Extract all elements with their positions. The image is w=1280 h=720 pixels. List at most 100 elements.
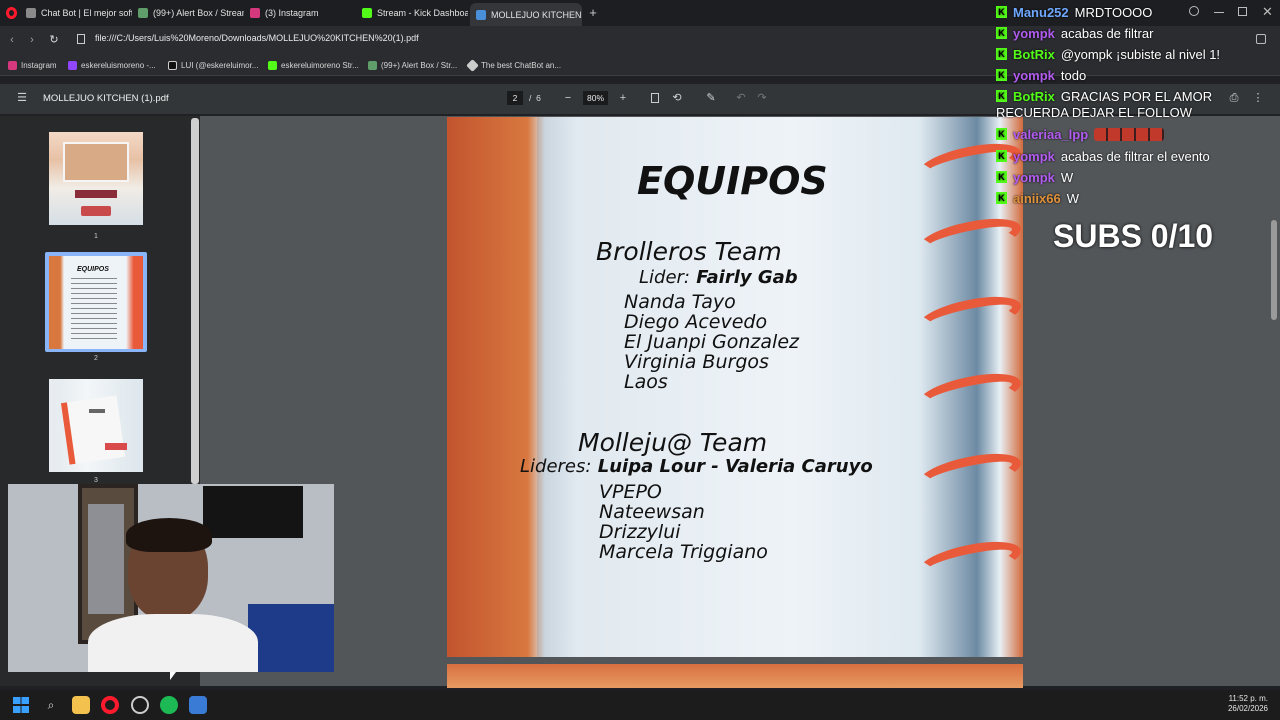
forward-icon[interactable]: ›: [24, 32, 40, 48]
search-tabs-icon[interactable]: [1189, 6, 1199, 16]
bookmark-label: Instagram: [21, 60, 57, 70]
thumbnail-label-bar: [75, 190, 117, 198]
opera-browser-icon[interactable]: [101, 696, 119, 714]
team1-name: Brolleros Team: [596, 237, 782, 266]
twitch-icon: [68, 60, 77, 70]
streamlabs-icon: [368, 60, 377, 70]
bookmark-tiktok[interactable]: LUI (@eskereluimor...: [168, 58, 258, 72]
team2-leader-label: Lideres:: [520, 456, 592, 477]
tab-favicon-icon: [362, 8, 372, 18]
thumbnail-number: 2: [94, 355, 98, 362]
sidebar-scrollbar[interactable]: [191, 118, 199, 484]
print-icon[interactable]: ⎙: [1227, 91, 1241, 105]
chat-text: acabas de filtrar el evento: [1060, 148, 1210, 164]
team1-leader-label: Lider:: [639, 267, 690, 288]
team1-member: Nanda Tayo: [624, 291, 736, 313]
chat-username: yompk: [1013, 148, 1055, 164]
team2-leader: Lideres: Luipa Lour - Valeria Caruyo: [520, 456, 873, 477]
search-icon[interactable]: ⌕: [42, 696, 60, 714]
team1-member: Virginia Burgos: [624, 351, 769, 373]
bookmark-chatbot[interactable]: The best ChatBot an...: [466, 58, 561, 72]
tab-label: (99+) Alert Box / Streamla: [153, 8, 244, 18]
shadow-stripe: [537, 117, 577, 657]
app-icon[interactable]: [189, 696, 207, 714]
back-icon[interactable]: ‹: [4, 32, 20, 48]
thumbnail-page-1[interactable]: [49, 132, 143, 225]
thumbnail-page-2[interactable]: EQUIPOS: [49, 256, 143, 349]
zoom-level-input[interactable]: 80%: [583, 91, 608, 105]
bookmark-alertbox[interactable]: (99+) Alert Box / Str...: [368, 58, 457, 72]
team2-name: Molleju@ Team: [578, 428, 768, 457]
chat-message: K BotRix @yompk ¡subiste al nivel 1!: [996, 45, 1220, 63]
bookmark-twitch[interactable]: eskereluismoreno -...: [68, 58, 156, 72]
webcam-couch: [248, 604, 334, 672]
annotate-icon[interactable]: ✎: [704, 91, 718, 105]
file-explorer-icon[interactable]: [72, 696, 90, 714]
thumbnail-badge: [81, 206, 111, 216]
chat-message: Kyompk acabas de filtrar: [996, 24, 1153, 42]
page-number-input[interactable]: 2: [507, 91, 523, 105]
bookmark-label: eskereluismoreno -...: [81, 60, 156, 70]
extensions-icon[interactable]: [1256, 34, 1266, 44]
spiral-ring: [914, 446, 1023, 500]
system-clock[interactable]: 11:52 p. m. 26/02/2026: [1218, 694, 1268, 714]
tab-favicon-icon: [138, 8, 148, 18]
page-heading: EQUIPOS: [637, 159, 828, 203]
tab-pdf-active[interactable]: MOLLEJUO KITCHEN (1).p: [470, 3, 582, 26]
new-tab-button[interactable]: +: [586, 6, 600, 20]
menu-icon[interactable]: ☰: [15, 91, 29, 105]
zoom-out-icon[interactable]: −: [561, 91, 575, 105]
team2-member: VPEPO: [599, 481, 662, 503]
clock-time: 11:52 p. m.: [1228, 694, 1268, 703]
thumbnail-number: 3: [94, 477, 98, 484]
team2-member: Marcela Triggiano: [599, 541, 768, 563]
webcam-tv: [203, 486, 303, 538]
fit-page-icon[interactable]: [651, 93, 659, 103]
bookmark-kick[interactable]: eskereluimoreno Str...: [268, 58, 359, 72]
page-separator: /: [529, 93, 532, 103]
more-options-icon[interactable]: ⋮: [1251, 91, 1265, 105]
pdf-title: MOLLEJUO KITCHEN (1).pdf: [43, 93, 169, 104]
kick-badge-icon: K: [996, 90, 1007, 102]
chat-text: W: [1060, 169, 1074, 185]
team2-leader-names: Luipa Lour - Valeria Caruyo: [597, 456, 873, 477]
team1-member: Laos: [624, 371, 668, 393]
team1-member: Diego Acevedo: [624, 311, 768, 333]
undo-icon[interactable]: ↶: [734, 91, 748, 105]
chat-message: Kainiix66 W: [996, 189, 1079, 207]
webcam-person-hair: [126, 518, 212, 552]
thumbnail-lines: [71, 278, 117, 340]
address-url[interactable]: file:///C:/Users/Luis%20Moreno/Downloads…: [95, 33, 419, 43]
spotify-icon[interactable]: [160, 696, 178, 714]
tab-kick-dashboard[interactable]: Stream - Kick Dashboard: [356, 3, 468, 23]
kick-badge-icon: K: [996, 192, 1007, 204]
minimize-icon[interactable]: [1214, 12, 1224, 13]
chat-message: Kvaleriaa_lpp: [996, 125, 1165, 143]
tab-chatbot[interactable]: Chat Bot | El mejor softwa: [20, 3, 132, 23]
tab-instagram[interactable]: (3) Instagram: [244, 3, 356, 23]
pdf-page-3-preview: [447, 664, 1023, 688]
spiral-ring: [914, 211, 1023, 265]
bookmark-instagram[interactable]: Instagram: [8, 58, 57, 72]
chat-text: RECUERDA DEJAR EL FOLLOW: [996, 104, 1193, 120]
reload-icon[interactable]: ↻: [46, 32, 62, 48]
main-scrollbar[interactable]: [1271, 220, 1277, 320]
chat-text: acabas de filtrar: [1060, 25, 1154, 41]
chat-username: BotRix: [1013, 46, 1055, 62]
spiral-ring: [914, 534, 1023, 588]
obs-icon[interactable]: [131, 696, 149, 714]
thumbnail-number: 1: [94, 233, 98, 240]
zoom-in-icon[interactable]: +: [616, 91, 630, 105]
bookmark-label: LUI (@eskereluimor...: [181, 60, 259, 70]
file-icon: [77, 34, 85, 44]
thumbnail-page-3[interactable]: [49, 379, 143, 472]
kick-badge-icon: K: [996, 171, 1007, 183]
restore-icon[interactable]: [1238, 7, 1247, 16]
tab-alertbox[interactable]: (99+) Alert Box / Streamla: [132, 3, 244, 23]
close-window-icon[interactable]: ✕: [1262, 4, 1273, 20]
opera-logo-icon[interactable]: [6, 7, 17, 19]
thumbnail-stamp: [105, 443, 127, 450]
total-pages: 6: [536, 93, 541, 103]
rotate-icon[interactable]: ⟲: [670, 91, 684, 105]
redo-icon[interactable]: ↷: [755, 91, 769, 105]
